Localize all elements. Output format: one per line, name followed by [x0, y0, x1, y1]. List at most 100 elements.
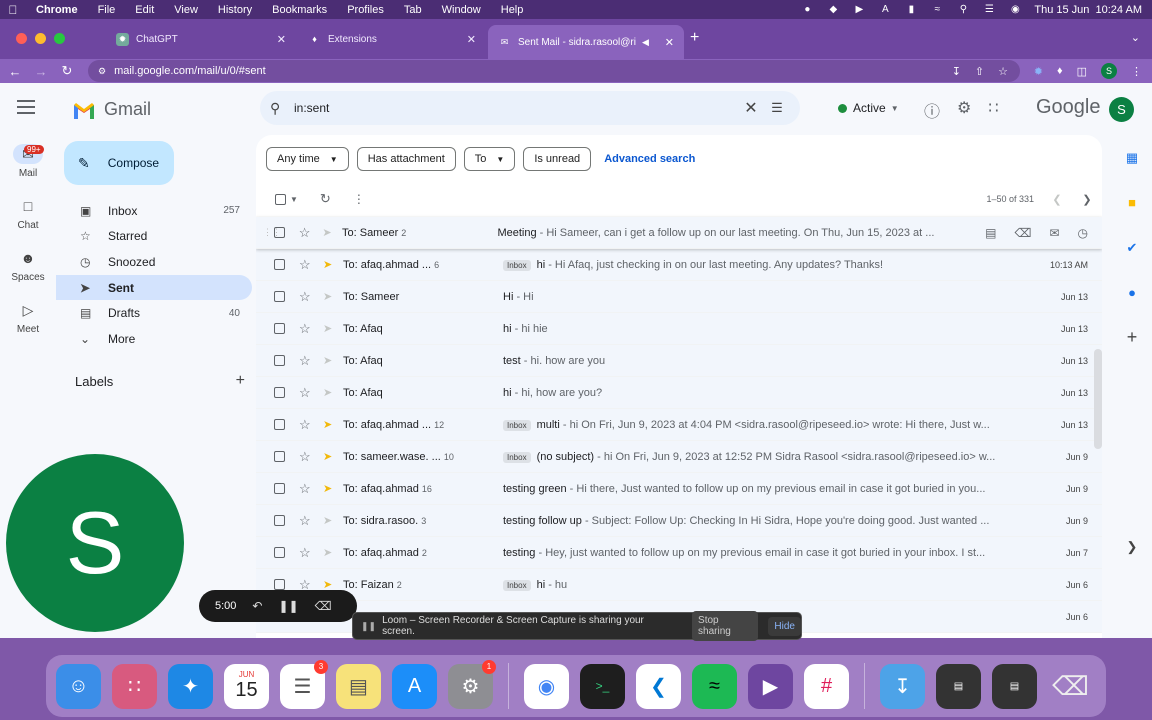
select-all-checkbox[interactable]: ▼	[275, 193, 298, 205]
back-button[interactable]: ←	[4, 64, 26, 79]
prev-page-icon[interactable]: ❮	[1042, 193, 1072, 206]
importance-marker-icon[interactable]: ➤	[323, 418, 335, 431]
importance-marker-icon[interactable]: ➤	[323, 290, 335, 303]
star-icon[interactable]: ☆	[299, 289, 313, 305]
control-center-icon[interactable]: ☰	[982, 4, 996, 15]
advanced-search-link[interactable]: Advanced search	[604, 153, 695, 165]
email-row[interactable]: ☆ ➤ To: sidra.rasoo. 3 testing follow up - S…	[256, 505, 1102, 537]
row-checkbox[interactable]	[274, 291, 285, 302]
forward-button[interactable]: →	[30, 64, 52, 79]
menu-tab[interactable]: Tab	[394, 4, 432, 16]
tasks-icon[interactable]: ✔	[1112, 225, 1152, 270]
clear-search-icon[interactable]: ✕	[738, 98, 764, 118]
menu-app-name[interactable]: Chrome	[26, 4, 88, 16]
system-settings-icon[interactable]: ⚙ 1	[448, 659, 496, 709]
delete-icon[interactable]: ⌫	[1014, 226, 1031, 240]
chrome-menu-icon[interactable]: ⋮	[1131, 65, 1142, 78]
nav-sent[interactable]: ➤ Sent	[56, 274, 252, 301]
email-row[interactable]: ☆ ➤ To: afaq.ahmad ... 6 Inbox hi - Hi Afaq, …	[256, 249, 1102, 281]
archive-icon[interactable]: ▤	[985, 226, 996, 240]
diamond-icon[interactable]: ◆	[826, 4, 840, 15]
menu-history[interactable]: History	[208, 4, 262, 16]
apple-icon[interactable]: 	[0, 3, 26, 17]
menu-profiles[interactable]: Profiles	[337, 4, 394, 16]
chrome-profile-avatar[interactable]: S	[1101, 63, 1117, 79]
close-tab-icon[interactable]: ✕	[277, 33, 286, 46]
importance-marker-icon[interactable]: ➤	[323, 354, 335, 367]
menu-bookmarks[interactable]: Bookmarks	[262, 4, 337, 16]
next-page-icon[interactable]: ❯	[1072, 193, 1102, 206]
search-input[interactable]	[294, 101, 738, 115]
menu-window[interactable]: Window	[432, 4, 491, 16]
add-label-icon[interactable]: +	[236, 372, 245, 390]
rail-meet[interactable]: ▷ Meet	[0, 291, 56, 343]
url-text[interactable]: mail.google.com/mail/u/0/#sent	[114, 65, 266, 77]
has-attachment-chip[interactable]: Has attachment	[356, 147, 456, 171]
any-time-chip[interactable]: Any time ▼	[266, 147, 349, 171]
star-icon[interactable]: ☆	[299, 481, 313, 497]
rail-mail[interactable]: ✉ 99+ Mail	[0, 135, 56, 187]
inbox-tag[interactable]: Inbox	[503, 579, 531, 591]
share-icon[interactable]: ⇧	[975, 65, 984, 78]
email-row[interactable]: ☆ ➤ To: Faizan 2 Inbox hi - hu Jun 6	[256, 569, 1102, 601]
keep-icon[interactable]: ■	[1112, 180, 1152, 225]
menu-edit[interactable]: Edit	[125, 4, 164, 16]
importance-marker-icon[interactable]: ➤	[323, 386, 335, 399]
close-tab-icon[interactable]: ✕	[665, 36, 674, 49]
email-row[interactable]: ☆ ➤ To: Afaq hi - hi, how are you? Jun 13	[256, 377, 1102, 409]
row-checkbox[interactable]	[274, 547, 285, 558]
nav-snoozed[interactable]: ◷ Snoozed	[56, 249, 252, 275]
site-info-icon[interactable]: ⚙	[98, 66, 106, 77]
nav-drafts[interactable]: ▤ Drafts 40	[56, 300, 252, 326]
tab-search-icon[interactable]: ⌄	[1131, 31, 1140, 44]
compose-button[interactable]: ✎ Compose	[64, 141, 174, 185]
refresh-icon[interactable]: ↻	[320, 191, 331, 207]
contacts-icon[interactable]: ●	[1112, 270, 1152, 315]
battery-icon[interactable]: ▮	[904, 4, 918, 15]
row-checkbox[interactable]	[274, 451, 285, 462]
tab-recording[interactable]	[80, 27, 102, 51]
add-addon-icon[interactable]: +	[1112, 315, 1152, 360]
slack-icon[interactable]: #	[804, 663, 849, 709]
app-store-icon[interactable]: A	[392, 663, 437, 709]
apps-grid-icon[interactable]: ∷	[988, 98, 998, 122]
address-bar[interactable]: ⚙ mail.google.com/mail/u/0/#sent ↧ ⇧ ☆	[88, 60, 1020, 82]
mic-icon[interactable]: ●	[800, 4, 814, 15]
inbox-tag[interactable]: Inbox	[503, 451, 531, 463]
vscode-icon[interactable]: ❮	[636, 663, 681, 709]
importance-marker-icon[interactable]: ➤	[323, 258, 335, 271]
tab-extensions[interactable]: ♦ Extensions ✕	[298, 27, 486, 51]
email-row[interactable]: ☆ ➤ To: afaq.ahmad ... 12 Inbox multi - hi On…	[256, 409, 1102, 441]
mark-unread-icon[interactable]: ✉	[1049, 226, 1059, 240]
row-checkbox[interactable]	[274, 483, 285, 494]
pause-icon[interactable]: ❚❚	[278, 599, 298, 613]
downloads-folder-icon[interactable]: ↧	[880, 663, 925, 709]
download-icon[interactable]: ↧	[952, 65, 961, 78]
calendar-app-icon[interactable]: JUN 15	[224, 663, 269, 709]
row-checkbox[interactable]	[274, 515, 285, 526]
chrome-icon[interactable]: ◉	[524, 663, 569, 709]
settings-gear-icon[interactable]: ⚙	[957, 98, 971, 122]
snooze-icon[interactable]: ◷	[1078, 226, 1088, 240]
row-checkbox[interactable]	[274, 355, 285, 366]
terminal-icon[interactable]: >_	[580, 663, 625, 709]
search-icon[interactable]: ⚲	[270, 100, 294, 117]
account-avatar[interactable]: S	[1109, 97, 1134, 122]
star-icon[interactable]: ☆	[299, 545, 313, 561]
tab-chatgpt[interactable]: ✹ ChatGPT ✕	[106, 27, 296, 51]
importance-marker-icon[interactable]: ➤	[322, 226, 334, 239]
safari-icon[interactable]: ✦	[168, 663, 213, 709]
extensions-puzzle-icon[interactable]: ♦	[1057, 65, 1063, 77]
menu-help[interactable]: Help	[491, 4, 534, 16]
spotlight-icon[interactable]: ⚲	[956, 4, 970, 15]
app-icon[interactable]: ▶	[748, 663, 793, 709]
menu-view[interactable]: View	[164, 4, 208, 16]
google-wordmark[interactable]: Google	[1036, 96, 1101, 119]
email-row[interactable]: ☆ ➤ To: afaq.ahmad 2 testing - Hey, just wan…	[256, 537, 1102, 569]
wifi-icon[interactable]: ≈	[930, 4, 944, 15]
star-icon[interactable]: ☆	[299, 385, 313, 401]
close-window-button[interactable]	[16, 33, 27, 44]
calendar-icon[interactable]: ▦	[1112, 135, 1152, 180]
recent-window-icon[interactable]: ▤	[992, 663, 1037, 709]
recent-window-icon[interactable]: ▤	[936, 663, 981, 709]
